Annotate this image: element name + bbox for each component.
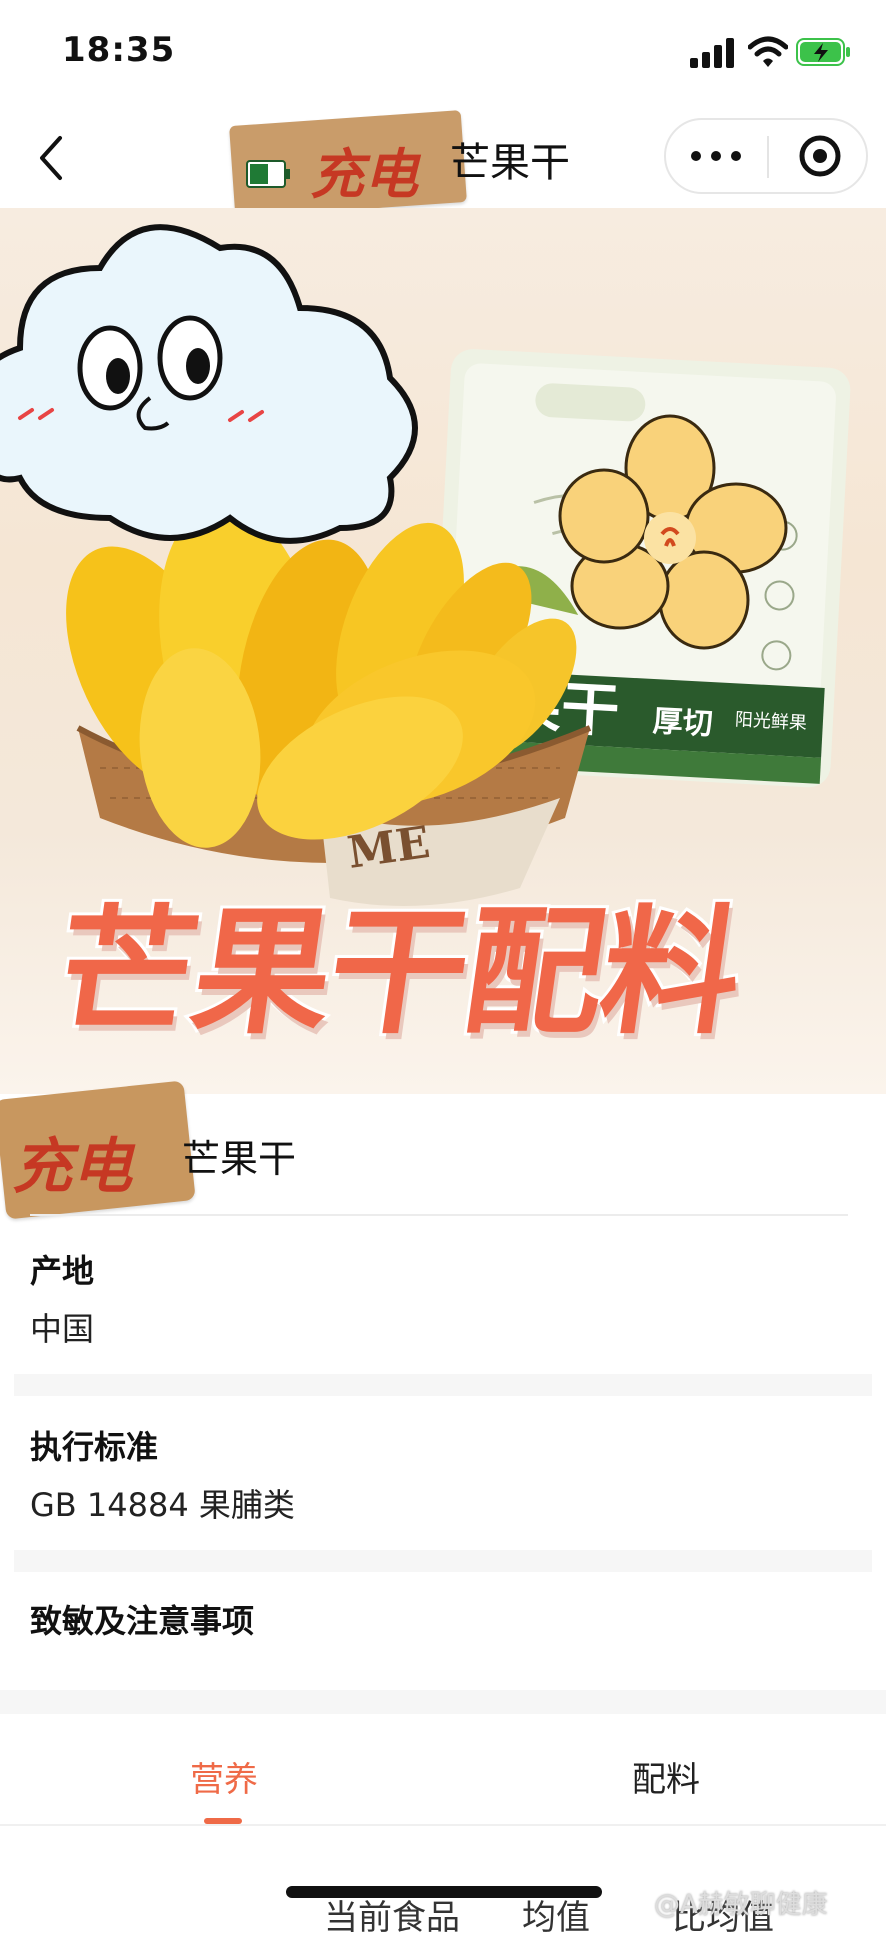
origin-value: 中国 bbox=[30, 1310, 95, 1348]
section-gap bbox=[14, 1550, 872, 1572]
tab-ingredients[interactable]: 配料 bbox=[632, 1752, 700, 1801]
more-dots-icon bbox=[691, 151, 701, 161]
cloud-sticker bbox=[0, 224, 418, 544]
watermark: @A赫敏聊健康 bbox=[654, 1890, 828, 1920]
more-button[interactable] bbox=[666, 120, 766, 192]
product-sticker: 充电 bbox=[0, 1080, 196, 1220]
tab-nutrition[interactable]: 营养 bbox=[190, 1752, 258, 1801]
product-sticker-text: 充电 bbox=[12, 1132, 132, 1202]
status-time: 18:35 bbox=[62, 30, 176, 70]
product-name: 芒果干 bbox=[182, 1137, 297, 1181]
divider bbox=[30, 1214, 848, 1216]
cellular-signal-icon bbox=[690, 38, 734, 68]
section-gap bbox=[0, 1690, 886, 1714]
standard-label: 执行标准 bbox=[30, 1428, 159, 1466]
battery-charging-icon bbox=[796, 38, 850, 66]
allergen-label: 致敏及注意事项 bbox=[30, 1602, 255, 1640]
bag-tag-2: 阳光鲜果 bbox=[734, 709, 807, 734]
mini-program-capsule bbox=[664, 118, 868, 194]
battery-sticker-icon bbox=[246, 160, 290, 188]
back-button[interactable] bbox=[30, 128, 74, 188]
divider bbox=[0, 1824, 886, 1826]
mini-program-close-button[interactable] bbox=[770, 120, 868, 192]
hero-headline: 芒果干配料 bbox=[44, 889, 753, 1056]
status-bar: 18:35 bbox=[0, 0, 886, 110]
standard-value: GB 14884 果脯类 bbox=[30, 1486, 295, 1524]
section-gap bbox=[14, 1374, 872, 1396]
page-title: 芒果干 bbox=[450, 140, 570, 186]
nav-sticker: 充电 bbox=[229, 110, 467, 218]
origin-label: 产地 bbox=[30, 1252, 95, 1290]
nav-sticker-text: 充电 bbox=[310, 142, 418, 206]
bag-tag-1: 厚切 bbox=[652, 704, 714, 742]
home-indicator bbox=[286, 1886, 602, 1898]
wifi-icon bbox=[748, 36, 788, 67]
